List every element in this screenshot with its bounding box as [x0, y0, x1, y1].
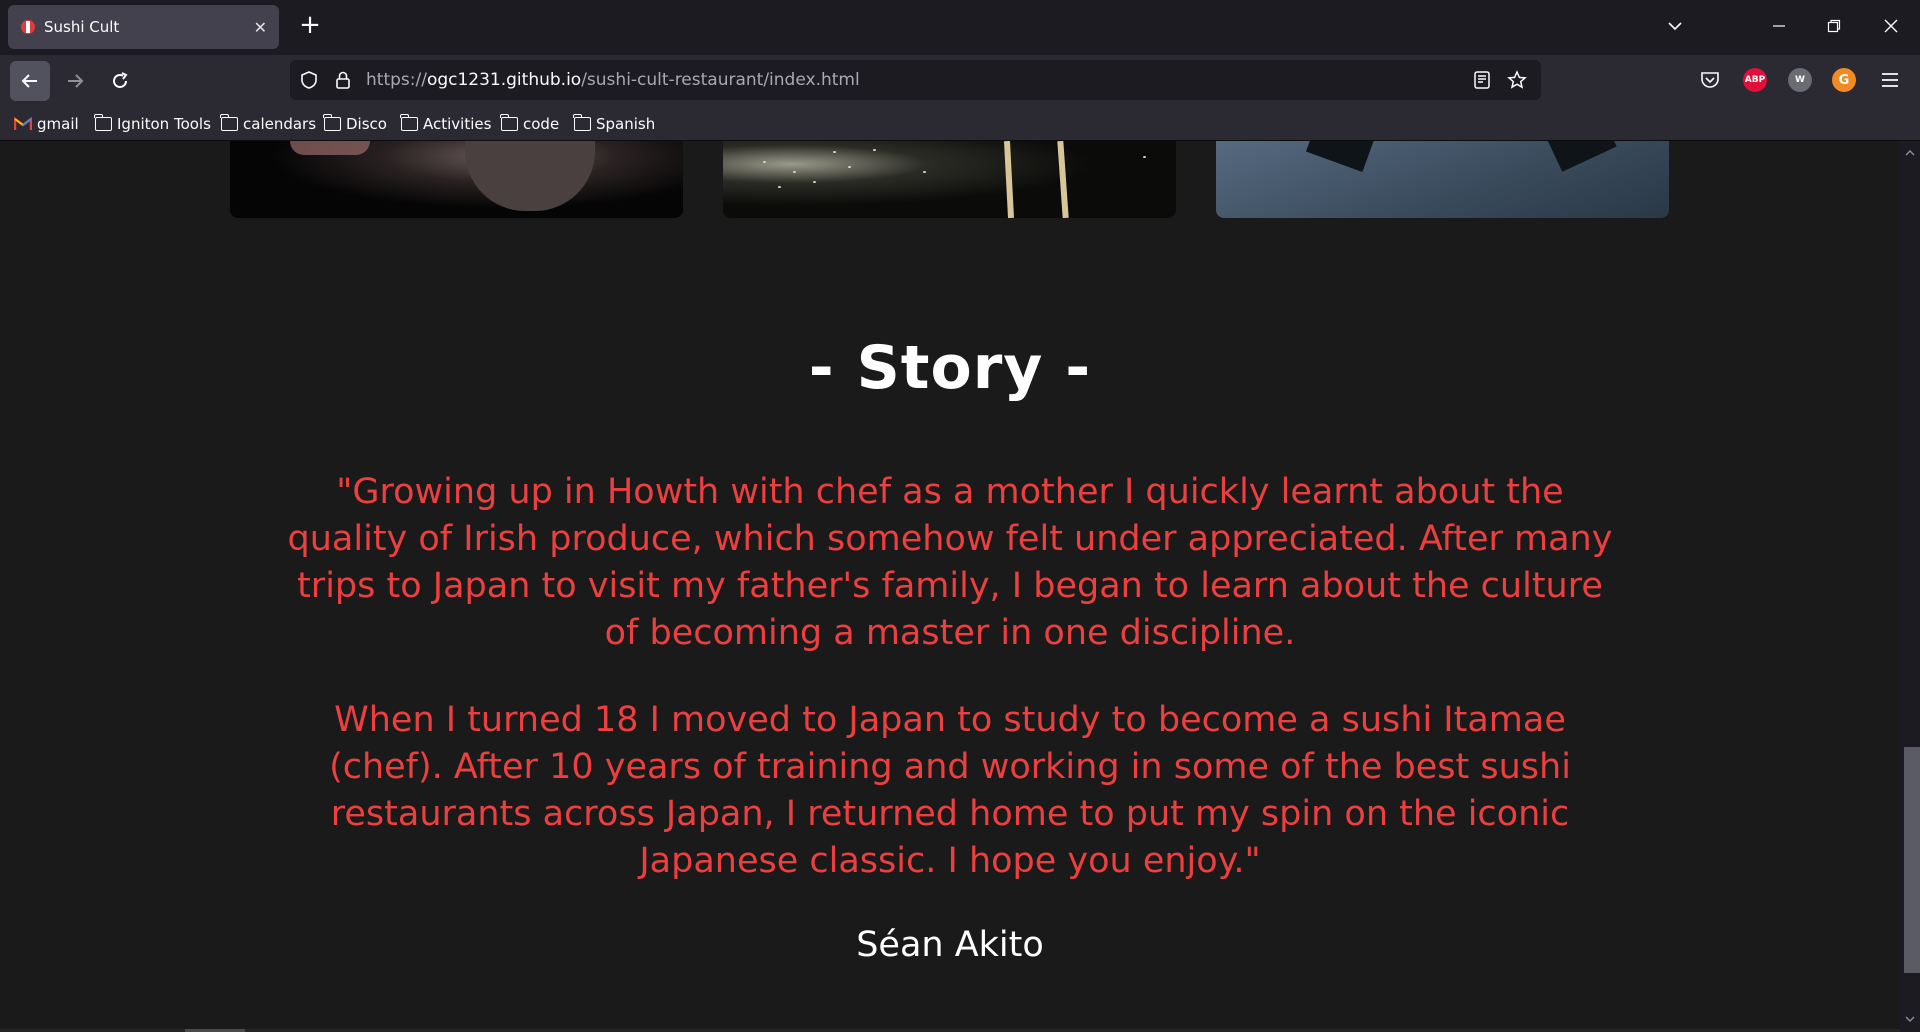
tab-title: Sushi Cult — [44, 18, 120, 36]
close-icon — [1884, 19, 1898, 33]
tab-sushi-cult[interactable]: Sushi Cult ✕ — [8, 5, 279, 49]
restore-icon — [1827, 19, 1841, 33]
scroll-down-icon[interactable] — [1904, 1013, 1916, 1025]
url-host: ogc1231.github.io — [426, 70, 582, 90]
arrow-left-icon — [21, 74, 37, 88]
slate-plate-image — [1216, 141, 1669, 218]
folder-icon — [220, 114, 238, 131]
page-content: - Story - "Growing up in Howth with chef… — [0, 141, 1900, 1032]
url-bar[interactable]: https://ogc1231.github.io/sushi-cult-res… — [290, 60, 1541, 100]
restore-button[interactable] — [1820, 12, 1848, 40]
close-icon[interactable]: ✕ — [254, 18, 267, 37]
bookmark-igniton-tools[interactable]: Igniton Tools — [94, 114, 211, 134]
story-paragraph-2: When I turned 18 I moved to Japan to stu… — [329, 700, 1571, 881]
folder-icon — [500, 114, 518, 131]
folder-icon — [94, 114, 112, 131]
scrollbar-thumb[interactable] — [1904, 747, 1920, 973]
story-paragraph-1: "Growing up in Howth with chef as a moth… — [287, 472, 1613, 653]
adblock-plus-icon[interactable]: ABP — [1743, 68, 1767, 92]
lock-icon[interactable] — [334, 70, 352, 90]
bookmark-spanish[interactable]: Spanish — [573, 114, 656, 134]
folder-icon — [400, 114, 418, 131]
pocket-icon[interactable] — [1699, 69, 1721, 91]
bookmark-label: code — [523, 115, 560, 133]
sushi-roll-image — [230, 141, 683, 218]
bookmark-calendars[interactable]: calendars — [220, 114, 317, 134]
star-bookmark-icon[interactable] — [1507, 70, 1527, 90]
chevron-down-icon — [1668, 22, 1682, 31]
shield-icon[interactable] — [299, 70, 319, 90]
bookmark-disco[interactable]: Disco — [323, 114, 387, 134]
folder-icon — [573, 114, 591, 131]
bookmark-label: calendars — [243, 115, 317, 133]
minimize-icon — [1773, 25, 1785, 27]
bookmark-gmail[interactable]: gmail — [14, 114, 79, 134]
minimize-button[interactable] — [1765, 12, 1793, 40]
new-tab-button[interactable]: + — [296, 12, 324, 40]
bookmark-label: Spanish — [596, 115, 656, 133]
vertical-scrollbar[interactable] — [1900, 141, 1920, 1032]
url-text[interactable]: https://ogc1231.github.io/sushi-cult-res… — [366, 70, 860, 90]
navigation-toolbar: https://ogc1231.github.io/sushi-cult-res… — [0, 55, 1920, 106]
bookmark-label: Activities — [423, 115, 492, 133]
arrow-right-icon — [68, 74, 84, 88]
forward-button[interactable] — [55, 61, 95, 101]
story-author: Séan Akito — [856, 925, 1044, 965]
bookmark-activities[interactable]: Activities — [400, 114, 492, 134]
close-window-button[interactable] — [1877, 12, 1905, 40]
w-extension-icon[interactable]: W — [1788, 68, 1812, 92]
reader-view-icon[interactable] — [1473, 70, 1491, 90]
reload-icon — [113, 72, 128, 88]
back-button[interactable] — [10, 61, 50, 101]
sesame-chopsticks-image — [723, 141, 1176, 218]
bookmark-label: gmail — [37, 115, 79, 133]
tab-strip: Sushi Cult ✕ + — [0, 0, 1920, 55]
story-heading: - Story - — [808, 333, 1092, 403]
bookmark-label: Igniton Tools — [117, 115, 211, 133]
g-extension-icon[interactable]: G — [1832, 68, 1856, 92]
reload-button[interactable] — [100, 61, 140, 101]
scroll-up-icon[interactable] — [1904, 147, 1916, 159]
bookmark-code[interactable]: code — [500, 114, 560, 134]
gmail-icon — [14, 117, 32, 130]
bookmarks-toolbar: gmail Igniton Tools calendars Disco Acti… — [0, 106, 1920, 141]
url-scheme: https:// — [366, 70, 427, 90]
hamburger-menu-icon[interactable] — [1881, 72, 1899, 88]
url-path: /sushi-cult-restaurant/index.html — [581, 70, 860, 90]
folder-icon — [323, 114, 341, 131]
site-favicon-icon — [21, 20, 35, 34]
list-all-tabs-button[interactable] — [1661, 12, 1689, 40]
bookmark-label: Disco — [346, 115, 387, 133]
